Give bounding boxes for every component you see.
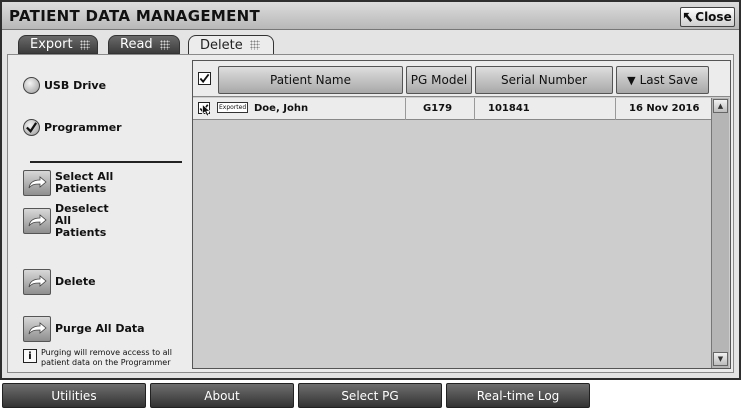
window-title: PATIENT DATA MANAGEMENT: [9, 7, 261, 25]
source-programmer[interactable]: Programmer: [23, 119, 122, 136]
deselect-all-button[interactable]: [23, 208, 51, 234]
purge-info: i Purging will remove access to all pati…: [23, 348, 183, 368]
bottom-nav-bar: Utilities About Select PG Real-time Log: [0, 381, 741, 409]
arrow-right-icon: [28, 214, 47, 227]
scroll-down-icon[interactable]: ▼: [713, 352, 728, 366]
column-header-serial-number[interactable]: Serial Number: [475, 66, 613, 94]
close-button[interactable]: Close: [680, 7, 735, 27]
radio-unselected-icon[interactable]: [23, 77, 40, 94]
title-bar: PATIENT DATA MANAGEMENT Close: [2, 2, 739, 30]
table-scrollbar[interactable]: ▲ ▼: [711, 98, 729, 368]
column-header-last-save[interactable]: ▼ Last Save: [616, 66, 709, 94]
cell-last-save: 16 Nov 2016: [629, 103, 700, 114]
close-arrow-icon: [684, 12, 693, 22]
patient-table: Patient Name PG Model Serial Number ▼ La…: [192, 60, 731, 369]
delete-label: Delete: [55, 275, 96, 288]
sort-descending-icon: ▼: [627, 73, 636, 87]
arrow-right-icon: [28, 275, 47, 288]
column-pg-model-label: PG Model: [410, 73, 468, 87]
tab-export-label: Export: [30, 37, 73, 52]
source-usb-drive[interactable]: USB Drive: [23, 77, 106, 94]
source-programmer-label: Programmer: [44, 121, 122, 134]
arrow-right-icon: [28, 176, 47, 189]
checkmark-icon: [199, 73, 210, 84]
arrow-right-icon: [28, 322, 47, 335]
column-header-patient-name[interactable]: Patient Name: [218, 66, 403, 94]
select-all-checkbox[interactable]: [198, 72, 211, 85]
about-label: About: [204, 388, 240, 403]
utilities-button[interactable]: Utilities: [2, 383, 146, 408]
select-all-action[interactable]: Select All Patients: [23, 170, 115, 196]
grip-icon: [79, 39, 90, 50]
tab-delete-label: Delete: [200, 37, 243, 53]
cell-patient-name: Doe, John: [254, 103, 309, 114]
grip-icon: [159, 39, 170, 50]
deselect-all-action[interactable]: Deselect All Patients: [23, 203, 125, 239]
cell-serial-number: 101841: [488, 103, 530, 114]
mouse-pointer-icon: [202, 104, 211, 117]
section-divider: [30, 161, 182, 163]
about-button[interactable]: About: [150, 383, 294, 408]
select-pg-button[interactable]: Select PG: [298, 383, 442, 408]
deselect-all-label: Deselect All Patients: [55, 202, 109, 239]
column-header-pg-model[interactable]: PG Model: [406, 66, 472, 94]
select-pg-label: Select PG: [341, 388, 399, 403]
table-header: Patient Name PG Model Serial Number ▼ La…: [193, 61, 730, 97]
realtime-log-button[interactable]: Real-time Log: [446, 383, 590, 408]
table-row[interactable]: Exported Doe, John G179 101841 16 Nov 20…: [193, 98, 711, 120]
select-all-label: Select All Patients: [55, 170, 114, 195]
delete-panel: USB Drive Programmer Select All Patients…: [7, 54, 734, 373]
realtime-log-label: Real-time Log: [476, 388, 560, 403]
purge-info-text: Purging will remove access to all patien…: [41, 348, 172, 367]
purge-all-action[interactable]: Purge All Data: [23, 316, 145, 342]
exported-badge: Exported: [217, 102, 249, 113]
scroll-up-icon[interactable]: ▲: [713, 99, 728, 113]
close-label: Close: [695, 10, 732, 24]
tab-delete[interactable]: Delete: [188, 35, 274, 55]
column-serial-number-label: Serial Number: [501, 73, 587, 87]
tab-read-label: Read: [120, 37, 153, 52]
tab-export[interactable]: Export: [18, 35, 98, 54]
delete-button[interactable]: [23, 269, 51, 295]
column-last-save-label: Last Save: [639, 73, 698, 87]
patient-data-window: PATIENT DATA MANAGEMENT Close Export Rea…: [0, 0, 741, 380]
purge-all-label: Purge All Data: [55, 322, 145, 335]
utilities-label: Utilities: [51, 388, 97, 403]
delete-action[interactable]: Delete: [23, 269, 96, 295]
source-usb-label: USB Drive: [44, 79, 107, 92]
column-divider: [615, 98, 616, 120]
purge-all-button[interactable]: [23, 316, 51, 342]
tab-read[interactable]: Read: [108, 35, 180, 54]
column-patient-name-label: Patient Name: [270, 73, 351, 87]
radio-checked-icon[interactable]: [23, 119, 40, 136]
info-icon: i: [23, 349, 37, 363]
cell-pg-model: G179: [423, 103, 453, 114]
select-all-button[interactable]: [23, 170, 51, 196]
column-divider: [474, 98, 475, 120]
column-divider: [405, 98, 406, 120]
grip-icon: [249, 40, 260, 50]
